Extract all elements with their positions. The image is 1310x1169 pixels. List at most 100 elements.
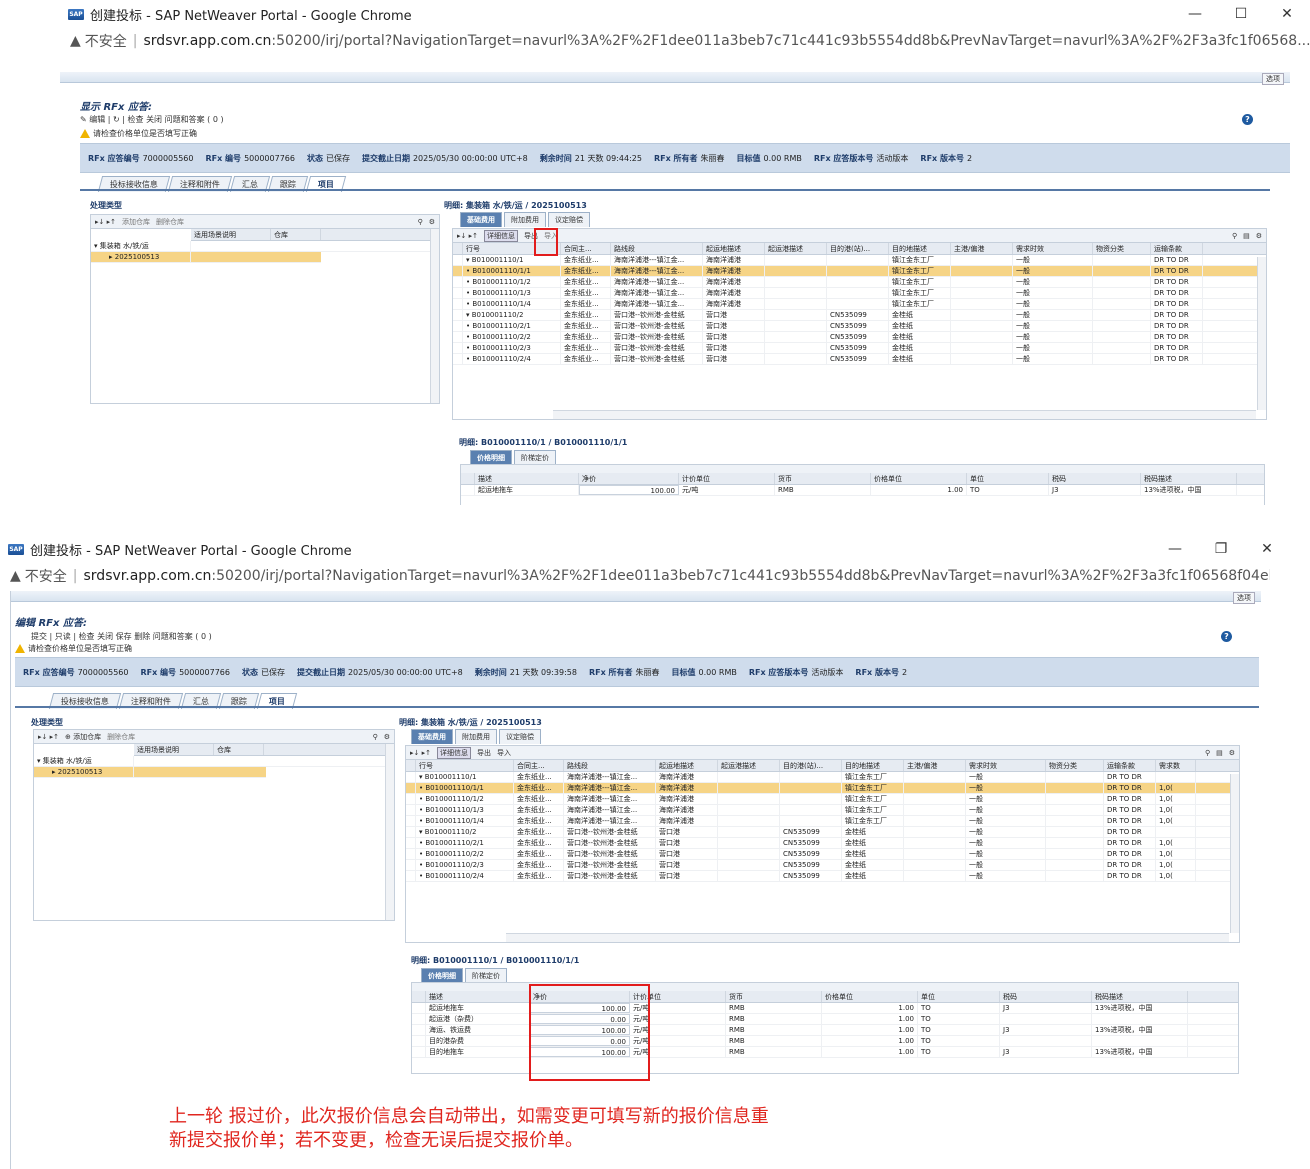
table-row[interactable]: • B010001110/1/4 金东纸业... 海南洋浦港---镇江金... 海南洋… <box>406 816 1239 827</box>
cell: RMB <box>726 1036 822 1046</box>
delete-button[interactable]: 删除 <box>134 632 150 641</box>
cell: 一般 <box>1013 321 1093 331</box>
tab-tier-pricing[interactable]: 阶梯定价 <box>465 968 507 983</box>
save-button[interactable]: 保存 <box>116 632 132 641</box>
tree-child[interactable]: ▸ 2025100513 <box>91 252 321 263</box>
check-button[interactable]: 检查 <box>128 115 144 124</box>
table-row[interactable]: • B010001110/2/4 金东纸业... 营口港--钦州港-金桂纸 营口港 CN… <box>406 871 1239 882</box>
table-row[interactable]: • B010001110/1/1 金东纸业... 海南洋浦港---镇江金... 海南洋… <box>406 783 1239 794</box>
url-path: :50200/irj/portal?NavigationTarget=navur… <box>211 568 1270 584</box>
close-button[interactable]: 关闭 <box>97 632 113 641</box>
search-icon[interactable]: ⚲ <box>1232 232 1237 240</box>
cell: 合同主... <box>514 760 564 771</box>
table-row[interactable]: ▾ B010001110/1 金东纸业... 海南洋浦港---镇江金... 海南洋浦港… <box>453 255 1266 266</box>
table-row[interactable]: • B010001110/2/1 金东纸业... 营口港--钦州港-金桂纸 营口港 CN… <box>406 838 1239 849</box>
options-button[interactable]: 选项 <box>1262 73 1284 85</box>
tab-base-fee[interactable]: 基础费用 <box>411 729 453 744</box>
details-button[interactable]: 详细信息 <box>436 746 471 759</box>
table-row[interactable]: • B010001110/2/4 金东纸业... 营口港--钦州港-金桂纸 营口港 CN… <box>453 354 1266 365</box>
table-row[interactable]: • B010001110/2/2 金东纸业... 营口港--钦州港-金桂纸 营口港 CN… <box>406 849 1239 860</box>
delete-warehouse-button[interactable]: 删除仓库 <box>107 732 135 742</box>
help-icon[interactable]: ? <box>1242 114 1253 125</box>
add-warehouse-button[interactable]: ⊕ 添加仓库 <box>65 732 101 742</box>
options-button[interactable]: 选项 <box>1233 592 1255 604</box>
close-icon[interactable]: ✕ <box>1264 0 1310 28</box>
tab-base-fee[interactable]: 基础费用 <box>460 212 502 227</box>
sort-icon[interactable]: ▸↓ ▸↑ <box>410 749 431 757</box>
minimize-icon[interactable]: — <box>1172 0 1218 28</box>
check-button[interactable]: 检查 <box>79 632 95 641</box>
table-row[interactable]: • B010001110/2/3 金东纸业... 营口港--钦州港-金桂纸 营口港 CN… <box>453 343 1266 354</box>
left-scrollbar[interactable] <box>430 229 439 403</box>
settings-icon[interactable]: ⚙ <box>1256 232 1262 240</box>
items-vscroll[interactable] <box>1257 257 1266 410</box>
qa-button[interactable]: 问题和答案 ( 0 ) <box>165 115 224 124</box>
table-row[interactable]: ▾ B010001110/2 金东纸业... 营口港--钦州港-金桂纸 营口港 CN53… <box>453 310 1266 321</box>
export-button[interactable]: 导出 <box>477 748 491 758</box>
minimize-icon[interactable]: — <box>1152 535 1198 563</box>
table-row[interactable]: • B010001110/1/3 金东纸业... 海南洋浦港---镇江金... 海南洋… <box>406 805 1239 816</box>
table-row[interactable]: ▾ B010001110/2 金东纸业... 营口港--钦州港-金桂纸 营口港 CN53… <box>406 827 1239 838</box>
maximize-icon[interactable]: ☐ <box>1218 0 1264 28</box>
tab-compensation[interactable]: 议定赔偿 <box>548 212 590 227</box>
cell <box>1092 1036 1188 1046</box>
sort-asc-icon[interactable]: ▸↓ ▸↑ <box>38 733 59 741</box>
table-row[interactable]: • B010001110/1/1 金东纸业... 海南洋浦港---镇江金... 海南洋… <box>453 266 1266 277</box>
cell: 金东纸业... <box>561 266 611 276</box>
restore-icon[interactable]: ❐ <box>1198 535 1244 563</box>
edit-button[interactable]: 编辑 <box>89 115 105 124</box>
close-icon[interactable]: ✕ <box>1244 535 1290 563</box>
delete-warehouse-button[interactable]: 删除仓库 <box>156 217 184 227</box>
tree-root[interactable]: ▾ 集装箱 水/铁/运 <box>34 756 394 767</box>
sort-asc-icon[interactable]: ▸↓ ▸↑ <box>95 218 116 226</box>
details-button[interactable]: 详细信息 <box>483 229 518 242</box>
add-warehouse-button[interactable]: 添加仓库 <box>122 217 150 227</box>
left-scrollbar[interactable] <box>385 744 394 920</box>
table-row[interactable]: 起运地拖车 100.00 元/吨 RMB 1.00 TO J3 13%进项税，中国 <box>461 485 1264 496</box>
tab-price-detail[interactable]: 价格明细 <box>421 968 463 983</box>
address-bar[interactable]: ▲ 不安全 | srdsvr.app.com.cn:50200/irj/port… <box>0 563 1270 589</box>
cell: ▾ B010001110/1 <box>463 255 561 265</box>
help-icon[interactable]: ? <box>1221 631 1232 642</box>
search-icon[interactable]: ⚲ <box>418 218 423 226</box>
settings-icon[interactable]: ⚙ <box>384 733 390 741</box>
table-row[interactable]: • B010001110/1/3 金东纸业... 海南洋浦港---镇江金... 海南洋… <box>453 288 1266 299</box>
qa-button[interactable]: 问题和答案 ( 0 ) <box>153 632 212 641</box>
submit-button[interactable]: 提交 <box>31 632 47 641</box>
import-button[interactable]: 导入 <box>497 748 511 758</box>
table-row[interactable]: • B010001110/2/1 金东纸业... 营口港--钦州港-金桂纸 营口港 CN… <box>453 321 1266 332</box>
cell: 起运地拖车 <box>426 1003 530 1013</box>
address-bar[interactable]: ▲ 不安全 | srdsvr.app.com.cn:50200/irj/port… <box>60 28 1310 54</box>
tree-child[interactable]: ▸ 2025100513 <box>34 767 266 778</box>
tab-tier-pricing[interactable]: 阶梯定价 <box>514 450 556 465</box>
table-row[interactable]: ▾ B010001110/1 金东纸业... 海南洋浦港---镇江金... 海南洋浦港… <box>406 772 1239 783</box>
tab-compensation[interactable]: 议定赔偿 <box>499 729 541 744</box>
cell: 主港/偏港 <box>951 243 1013 254</box>
items-hscroll[interactable] <box>506 933 1229 942</box>
warning-icon <box>15 644 25 653</box>
cell: CN535099 <box>780 871 842 881</box>
cell: 起运地描述 <box>656 760 718 771</box>
table-row[interactable]: • B010001110/1/2 金东纸业... 海南洋浦港---镇江金... 海南洋… <box>406 794 1239 805</box>
net-price-input[interactable]: 100.00 <box>579 485 679 495</box>
tab-price-detail[interactable]: 价格明细 <box>470 450 512 465</box>
tab-extra-fee[interactable]: 附加费用 <box>455 729 497 744</box>
settings-icon[interactable]: ⚙ <box>1229 749 1235 757</box>
refresh-icon[interactable]: ↻ <box>113 115 120 124</box>
search-icon[interactable]: ⚲ <box>373 733 378 741</box>
search-icon[interactable]: ⚲ <box>1205 749 1210 757</box>
items-vscroll[interactable] <box>1230 774 1239 933</box>
tab-extra-fee[interactable]: 附加费用 <box>504 212 546 227</box>
readonly-button[interactable]: 只读 <box>55 632 71 641</box>
table-row[interactable]: • B010001110/1/2 金东纸业... 海南洋浦港---镇江金... 海南洋… <box>453 277 1266 288</box>
tree-root[interactable]: ▾ 集装箱 水/铁/运 <box>91 241 439 252</box>
items-hscroll[interactable] <box>553 410 1256 419</box>
table-row[interactable]: • B010001110/2/3 金东纸业... 营口港--钦州港-金桂纸 营口港 CN… <box>406 860 1239 871</box>
close-button[interactable]: 关闭 <box>146 115 162 124</box>
export-excel-icon[interactable]: ▤ <box>1243 232 1250 240</box>
table-row[interactable]: • B010001110/1/4 金东纸业... 海南洋浦港---镇江金... 海南洋… <box>453 299 1266 310</box>
export-excel-icon[interactable]: ▤ <box>1216 749 1223 757</box>
settings-icon[interactable]: ⚙ <box>429 218 435 226</box>
sort-icon[interactable]: ▸↓ ▸↑ <box>457 232 478 240</box>
table-row[interactable]: • B010001110/2/2 金东纸业... 营口港--钦州港-金桂纸 营口港 CN… <box>453 332 1266 343</box>
